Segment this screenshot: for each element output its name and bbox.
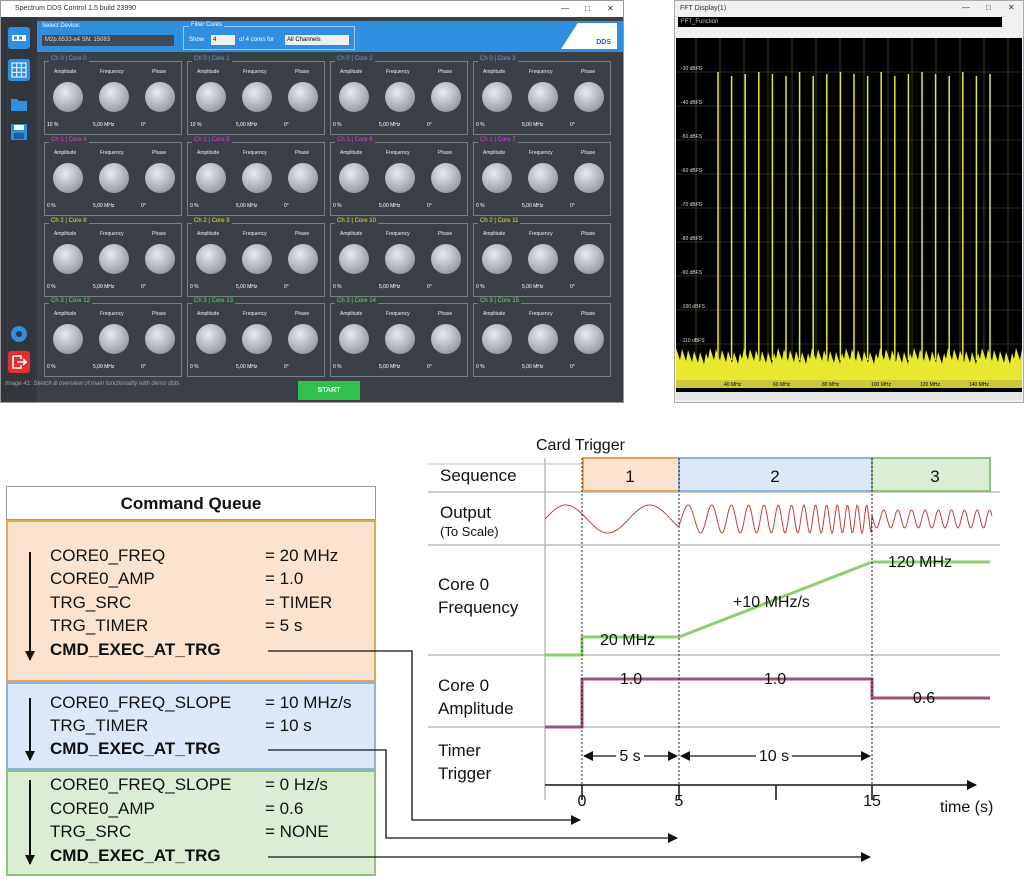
time-tick-label: 5 xyxy=(675,793,684,810)
time-tick-label: 15 xyxy=(863,793,881,810)
trigger-connector xyxy=(268,650,581,825)
timer-label: Trigger xyxy=(438,764,492,783)
frequency-value-label: 20 MHz xyxy=(600,632,655,649)
frequency-label: Core 0 xyxy=(438,575,489,594)
timer-label: Timer xyxy=(438,741,481,760)
card-trigger-label: Card Trigger xyxy=(536,437,626,454)
interval-label: 5 s xyxy=(619,748,640,765)
time-tick-label: 0 xyxy=(578,793,587,810)
sequence-number: 2 xyxy=(770,467,779,486)
interval-label: 10 s xyxy=(759,748,789,765)
frequency-label: Frequency xyxy=(438,598,519,617)
frequency-slope-label: +10 MHz/s xyxy=(733,594,810,611)
output-label: Output xyxy=(440,503,491,522)
output-waveform xyxy=(544,503,993,535)
frequency-value-label: 120 MHz xyxy=(888,554,952,571)
amplitude-value-label: 1.0 xyxy=(620,671,642,688)
timing-diagram: 1 2 3 Card Trigger Sequence Output (To Scale) C… xyxy=(25,437,1000,865)
time-axis-label: time (s) xyxy=(940,799,993,816)
amplitude-value-label: 0.6 xyxy=(913,690,935,707)
amplitude-label: Core 0 xyxy=(438,676,489,695)
output-sublabel: (To Scale) xyxy=(440,524,499,539)
amplitude-value-label: 1.0 xyxy=(764,671,786,688)
sequence-label: Sequence xyxy=(440,466,517,485)
sequence-number: 3 xyxy=(930,467,939,486)
amplitude-label: Amplitude xyxy=(438,699,514,718)
sequence-number: 1 xyxy=(625,467,634,486)
